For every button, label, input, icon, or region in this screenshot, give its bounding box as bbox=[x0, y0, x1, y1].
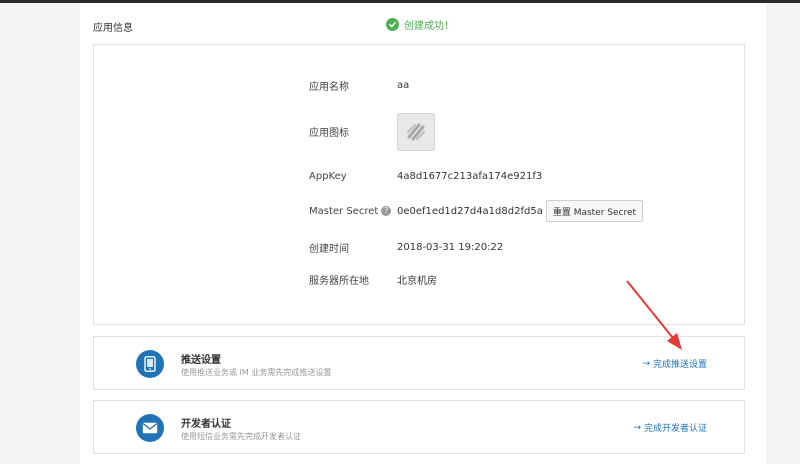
arrow-right-icon: → bbox=[633, 422, 641, 433]
step-title: 推送设置 bbox=[181, 355, 221, 366]
step-push-settings: 推送设置 使用推送业务或 IM 业务需先完成推送设置 → 完成推送设置 bbox=[93, 336, 745, 390]
arrow-right-icon: → bbox=[642, 358, 650, 369]
complete-push-settings-link[interactable]: → 完成推送设置 bbox=[642, 357, 707, 371]
app-name-label: 应用名称 bbox=[309, 81, 349, 93]
step-desc: 使用推送业务或 IM 业务需先完成推送设置 bbox=[181, 368, 332, 377]
success-text: 创建成功！ bbox=[404, 21, 454, 32]
appkey-label: AppKey bbox=[309, 170, 347, 182]
app-info-card: 应用名称 aa 应用图标 AppKey 4a8d1677c213afa174e9… bbox=[93, 44, 745, 325]
app-info-page: 应用信息 创建成功！ 应用名称 aa 应用图标 AppKey 4a8d1677c… bbox=[80, 3, 766, 464]
page-title: 应用信息 bbox=[93, 23, 133, 34]
appkey-value: 4a8d1677c213afa174e921f3 bbox=[397, 170, 543, 182]
step-title: 开发者认证 bbox=[181, 419, 231, 430]
created-time-label: 创建时间 bbox=[309, 243, 349, 255]
check-circle-icon bbox=[386, 18, 399, 31]
step-developer-auth: 开发者认证 使用短信业务需先完成开发者认证 → 完成开发者认证 bbox=[93, 400, 745, 454]
app-name-value: aa bbox=[397, 79, 410, 91]
mail-icon bbox=[136, 414, 164, 442]
step-desc: 使用短信业务需先完成开发者认证 bbox=[181, 432, 301, 441]
app-icon-label: 应用图标 bbox=[309, 127, 349, 139]
created-time-value: 2018-03-31 19:20:22 bbox=[397, 241, 504, 253]
help-icon[interactable]: ? bbox=[381, 206, 392, 216]
master-secret-value: 0e0ef1ed1d27d4a1d8d2fd5a 重置 Master Secre… bbox=[397, 200, 644, 222]
master-secret-label: Master Secret ? bbox=[309, 206, 392, 217]
complete-developer-auth-link[interactable]: → 完成开发者认证 bbox=[633, 421, 707, 435]
phone-icon bbox=[136, 350, 164, 378]
server-region-label: 服务器所在地 bbox=[309, 275, 369, 287]
app-logo-icon[interactable] bbox=[397, 113, 435, 151]
reset-master-secret-button[interactable]: 重置 Master Secret bbox=[545, 200, 644, 222]
server-region-value: 北京机房 bbox=[397, 275, 437, 287]
success-notice: 创建成功！ bbox=[386, 17, 454, 32]
